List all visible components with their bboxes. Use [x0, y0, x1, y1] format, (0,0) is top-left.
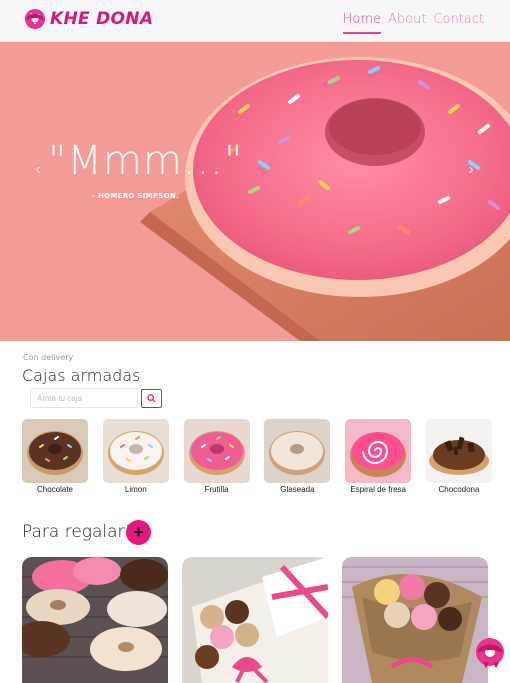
search-input[interactable] [30, 388, 138, 408]
gift-card-1[interactable] [22, 557, 168, 683]
box-image [264, 419, 331, 483]
donut-logo-icon [25, 9, 45, 29]
search-icon [147, 394, 156, 403]
box-item-chocodona[interactable]: Chocodona [425, 419, 492, 494]
box-label: Chocodona [438, 485, 480, 494]
search-button[interactable] [141, 389, 162, 408]
box-item-frutilla[interactable]: Frutilla [183, 419, 250, 494]
nav-contact[interactable]: Contact [433, 12, 484, 34]
gift-list [22, 557, 488, 683]
box-item-espiral-de-fresa[interactable]: Espiral de fresa [345, 419, 412, 494]
box-label: Espiral de fresa [350, 485, 406, 494]
add-button[interactable]: + [126, 520, 151, 545]
brand[interactable]: KHE DONA [24, 8, 153, 30]
hero-donut-image [0, 42, 510, 341]
box-image [183, 419, 250, 483]
box-image [102, 419, 169, 483]
box-label: Frutilla [204, 485, 229, 494]
box-item-chocolate[interactable]: Chocolate [22, 419, 88, 494]
box-label: Glaseada [280, 485, 315, 494]
nav-home[interactable]: Home [342, 12, 381, 34]
donut-logo-icon[interactable] [474, 636, 506, 668]
gift-card-2[interactable] [182, 557, 328, 683]
hero-quote: "Mmm..." [48, 138, 244, 184]
nav-about[interactable]: About [388, 12, 426, 34]
chevron-right-icon[interactable]: › [463, 160, 479, 180]
box-item-limon[interactable]: Limon [102, 419, 169, 494]
box-image [425, 419, 492, 483]
box-item-glaseada[interactable]: Glaseada [264, 419, 331, 494]
box-label: Chocolate [36, 485, 74, 494]
box-label: Limon [124, 485, 147, 494]
box-list: Chocolate Limon Frutilla Glaseada Espira… [22, 419, 492, 494]
section-title-regalar: Para regalar! [22, 522, 132, 542]
box-image [22, 419, 88, 483]
hero-author: - HOMERO SIMPSON. [92, 192, 180, 200]
hero-carousel: ‹ "Mmm..." - HOMERO SIMPSON. › [0, 42, 510, 341]
navbar: KHE DONA Home About Contact [0, 0, 510, 42]
section-kicker: Con delivery [23, 353, 74, 362]
gift-card-3[interactable] [342, 557, 488, 683]
main-nav: Home About Contact [342, 12, 484, 34]
box-image [345, 419, 412, 483]
chevron-left-icon[interactable]: ‹ [30, 160, 46, 180]
section-title-cajas: Cajas armadas [22, 366, 141, 385]
brand-name: KHE DONA [50, 9, 154, 29]
